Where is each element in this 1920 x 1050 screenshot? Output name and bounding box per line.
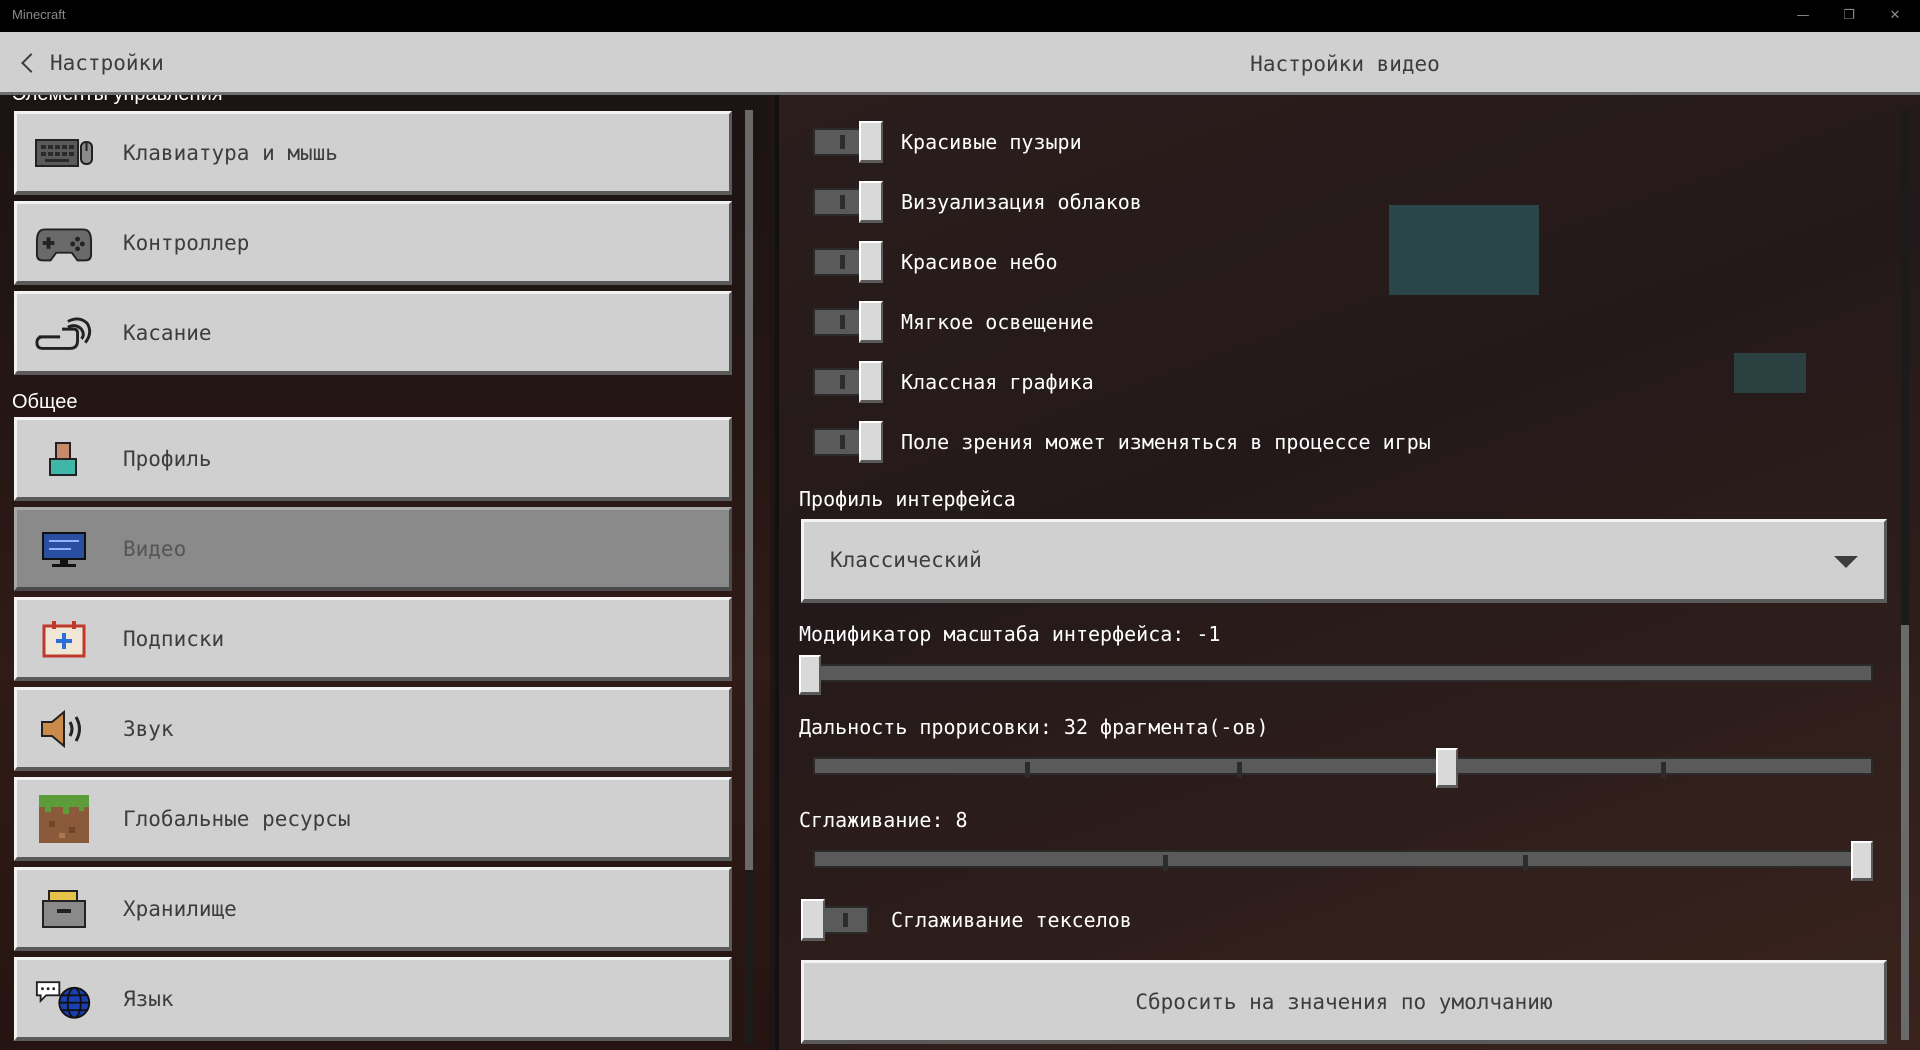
toggle-switch[interactable] <box>811 121 883 163</box>
slider-tick <box>1162 855 1168 871</box>
render-distance-label: Дальность прорисовки: 32 фрагмента(-ов) <box>799 715 1269 739</box>
toggle-switch[interactable] <box>811 361 883 403</box>
sidebar-item-label: Касание <box>123 320 212 345</box>
language-globe-icon <box>35 976 93 1022</box>
chevron-left-icon <box>21 53 41 73</box>
reset-defaults-button[interactable]: Сбросить на значения по умолчанию <box>801 960 1887 1044</box>
sidebar-item-controller[interactable]: Контроллер <box>14 201 732 285</box>
sidebar-scrollbar-thumb[interactable] <box>745 110 753 870</box>
antialiasing-label: Сглаживание: 8 <box>799 808 968 832</box>
ui-profile-dropdown[interactable]: Классический <box>801 519 1887 603</box>
toggle-label: Классная графика <box>901 370 1094 394</box>
toggle-render-clouds[interactable]: Визуализация облаков <box>811 180 1142 224</box>
toggle-label: Поле зрения может изменяться в процессе … <box>901 430 1431 454</box>
slider-track <box>813 664 1873 682</box>
storage-icon <box>35 886 93 932</box>
toggle-switch[interactable] <box>811 301 883 343</box>
back-label: Настройки <box>50 51 164 75</box>
reset-defaults-label: Сбросить на значения по умолчанию <box>1135 989 1553 1014</box>
restore-button[interactable]: ❐ <box>1826 0 1872 32</box>
toggle-label: Мягкое освещение <box>901 310 1094 334</box>
slider-handle[interactable] <box>1851 841 1873 881</box>
app-title: Minecraft <box>12 7 66 22</box>
toggle-texel-antialiasing[interactable]: Сглаживание текселов <box>801 898 1132 942</box>
profile-icon <box>35 436 93 482</box>
page-title: Настройки видео <box>1250 52 1440 76</box>
toggle-label: Визуализация облаков <box>901 190 1142 214</box>
slider-tick <box>1237 762 1242 778</box>
toggle-switch[interactable] <box>811 241 883 283</box>
keyboard-mouse-icon <box>35 130 93 176</box>
slider-tick <box>1661 762 1666 778</box>
toggle-label: Сглаживание текселов <box>891 908 1132 932</box>
slider-handle[interactable] <box>1435 748 1458 788</box>
section-label-general: Общее <box>12 391 78 413</box>
gui-scale-slider[interactable] <box>799 655 1873 695</box>
sidebar-item-label: Контроллер <box>123 230 250 255</box>
section-label-controls: Элементы управления <box>12 95 223 106</box>
sidebar-item-label: Подписки <box>123 626 225 651</box>
ui-profile-label: Профиль интерфейса <box>799 487 1016 511</box>
toggle-smooth-lighting[interactable]: Мягкое освещение <box>811 300 1094 344</box>
background-decoration <box>1389 205 1539 295</box>
speaker-icon <box>35 706 93 752</box>
grass-block-icon <box>35 794 93 843</box>
slider-track <box>813 850 1873 868</box>
header-bar: Настройки Настройки видео <box>0 32 1920 95</box>
monitor-icon <box>35 526 93 572</box>
toggle-label: Красивое небо <box>901 250 1058 274</box>
sidebar-item-label: Профиль <box>123 446 212 471</box>
sidebar-item-label: Язык <box>123 986 174 1011</box>
slider-tick <box>1523 855 1529 871</box>
controller-icon <box>35 220 93 266</box>
sidebar-item-label: Клавиатура и мышь <box>123 140 338 165</box>
toggle-fancy-graphics[interactable]: Классная графика <box>811 360 1094 404</box>
gui-scale-label: Модификатор масштаба интерфейса: -1 <box>799 622 1221 646</box>
sidebar-item-sound[interactable]: Звук <box>14 687 732 771</box>
render-distance-slider[interactable] <box>813 748 1873 788</box>
settings-category-list[interactable]: Элементы управления Клавиатура и мышь Ко… <box>0 95 770 1050</box>
sidebar-item-language[interactable]: Язык <box>14 957 732 1041</box>
sidebar-item-profile[interactable]: Профиль <box>14 417 732 501</box>
slider-tick <box>1025 762 1030 778</box>
subscriptions-icon <box>35 616 93 662</box>
toggle-switch[interactable] <box>801 899 873 941</box>
toggle-label: Красивые пузыри <box>901 130 1082 154</box>
sidebar-item-storage[interactable]: Хранилище <box>14 867 732 951</box>
antialiasing-slider[interactable] <box>813 841 1873 881</box>
toggle-switch[interactable] <box>811 421 883 463</box>
sidebar-item-label: Хранилище <box>123 896 237 921</box>
toggle-switch[interactable] <box>811 181 883 223</box>
ui-profile-value: Классический <box>830 548 982 572</box>
sidebar-item-subscriptions[interactable]: Подписки <box>14 597 732 681</box>
close-window-button[interactable]: ✕ <box>1872 0 1918 32</box>
chevron-down-icon <box>1834 556 1858 568</box>
window-title-bar: Minecraft — ❐ ✕ <box>0 0 1920 32</box>
sidebar-item-label: Глобальные ресурсы <box>123 806 351 831</box>
video-settings-panel[interactable]: Красивые пузыри Визуализация облаков Кра… <box>775 95 1920 1050</box>
toggle-fancy-bubbles[interactable]: Красивые пузыри <box>811 120 1082 164</box>
sidebar-item-global-resources[interactable]: Глобальные ресурсы <box>14 777 732 861</box>
sidebar-item-video[interactable]: Видео <box>14 507 732 591</box>
background-decoration <box>1734 353 1806 393</box>
panel-scrollbar-thumb[interactable] <box>1901 625 1909 1040</box>
back-button[interactable]: Настройки <box>18 47 164 79</box>
minimize-button[interactable]: — <box>1780 0 1826 32</box>
slider-handle[interactable] <box>799 655 821 695</box>
sidebar-item-label: Звук <box>123 716 174 741</box>
sidebar-item-keyboard-mouse[interactable]: Клавиатура и мышь <box>14 111 732 195</box>
toggle-fov-effects[interactable]: Поле зрения может изменяться в процессе … <box>811 420 1431 464</box>
sidebar-item-touch[interactable]: Касание <box>14 291 732 375</box>
toggle-fancy-sky[interactable]: Красивое небо <box>811 240 1058 284</box>
touch-icon <box>35 310 93 356</box>
sidebar-item-label: Видео <box>123 536 187 561</box>
slider-track <box>813 757 1873 775</box>
